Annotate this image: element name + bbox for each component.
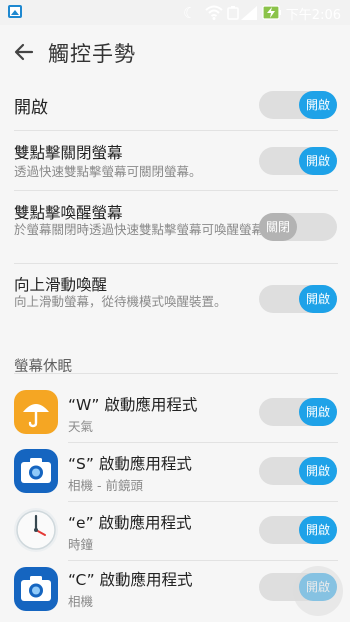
toggle-swipe-up-wake[interactable]: 開啟 [259,285,337,313]
battery-saver-icon [227,6,239,20]
gesture-label: “C” 啟動應用程式 [68,571,193,589]
page-title: 觸控手勢 [48,42,136,66]
status-time: 下午2:06 [285,8,341,23]
battery-charging-icon [262,5,281,20]
toggle-knob: 開啟 [299,285,337,313]
toggle-knob: 關閉 [259,213,297,241]
gesture-e-row[interactable]: “e” 啟動應用程式 時鐘 開啟 [0,502,350,560]
gallery-icon [8,5,22,18]
signal-icon [241,6,257,20]
gesture-app-name: 相機 - 前鏡頭 [68,478,143,493]
setting-description: 透過快速雙點擊螢幕可關閉螢幕。 [14,164,202,179]
status-bar: ☾ 下午2:06 [0,0,350,25]
watermark-mascot-icon [293,566,343,616]
weather-umbrella-icon [14,390,58,434]
gesture-app-name: 相機 [68,594,94,609]
gesture-label: “e” 啟動應用程式 [68,514,192,532]
setting-swipe-up-wake[interactable]: 向上滑動喚醒 向上滑動螢幕，從待機模式喚醒裝置。 開啟 [0,264,350,336]
setting-label: 雙點擊喚醒螢幕 [14,204,123,222]
gesture-s-row[interactable]: “S” 啟動應用程式 相機 - 前鏡頭 開啟 [0,443,350,501]
toggle-knob: 開啟 [299,516,337,544]
setting-label: 雙點擊關閉螢幕 [14,144,123,162]
app-bar: 觸控手勢 [0,25,350,80]
setting-description: 向上滑動螢幕，從待機模式喚醒裝置。 [14,294,227,309]
gesture-app-name: 時鐘 [68,537,94,552]
setting-enable[interactable]: 開啟 開啟 [0,80,350,130]
setting-label: 開啟 [14,98,48,118]
camera-icon [14,449,58,493]
arrow-left-icon[interactable] [12,40,36,64]
toggle-knob: 開啟 [299,91,337,119]
toggle-knob: 開啟 [299,147,337,175]
gesture-label: “W” 啟動應用程式 [68,396,198,414]
toggle-enable[interactable]: 開啟 [259,91,337,119]
toggle-gesture-w[interactable]: 開啟 [259,398,337,426]
toggle-gesture-s[interactable]: 開啟 [259,457,337,485]
moon-icon: ☾ [183,4,197,22]
gesture-app-name: 天氣 [68,419,94,434]
setting-double-tap-wake[interactable]: 雙點擊喚醒螢幕 於螢幕關閉時透過快速雙點擊螢幕可喚醒螢幕。 關閉 [0,191,350,263]
setting-double-tap-off[interactable]: 雙點擊關閉螢幕 透過快速雙點擊螢幕可關閉螢幕。 開啟 [0,131,350,189]
setting-description: 於螢幕關閉時透過快速雙點擊螢幕可喚醒螢幕。 [14,222,277,237]
gesture-w-row[interactable]: “W” 啟動應用程式 天氣 開啟 [0,384,350,442]
setting-label: 向上滑動喚醒 [14,276,108,294]
gesture-label: “S” 啟動應用程式 [68,455,192,473]
toggle-knob: 開啟 [299,398,337,426]
toggle-double-tap-off[interactable]: 開啟 [259,147,337,175]
camera-icon [14,567,58,611]
clock-icon [14,508,58,552]
wifi-icon [205,5,223,20]
toggle-gesture-e[interactable]: 開啟 [259,516,337,544]
divider [14,373,338,374]
toggle-knob: 開啟 [299,457,337,485]
toggle-double-tap-wake[interactable]: 關閉 [259,213,337,241]
